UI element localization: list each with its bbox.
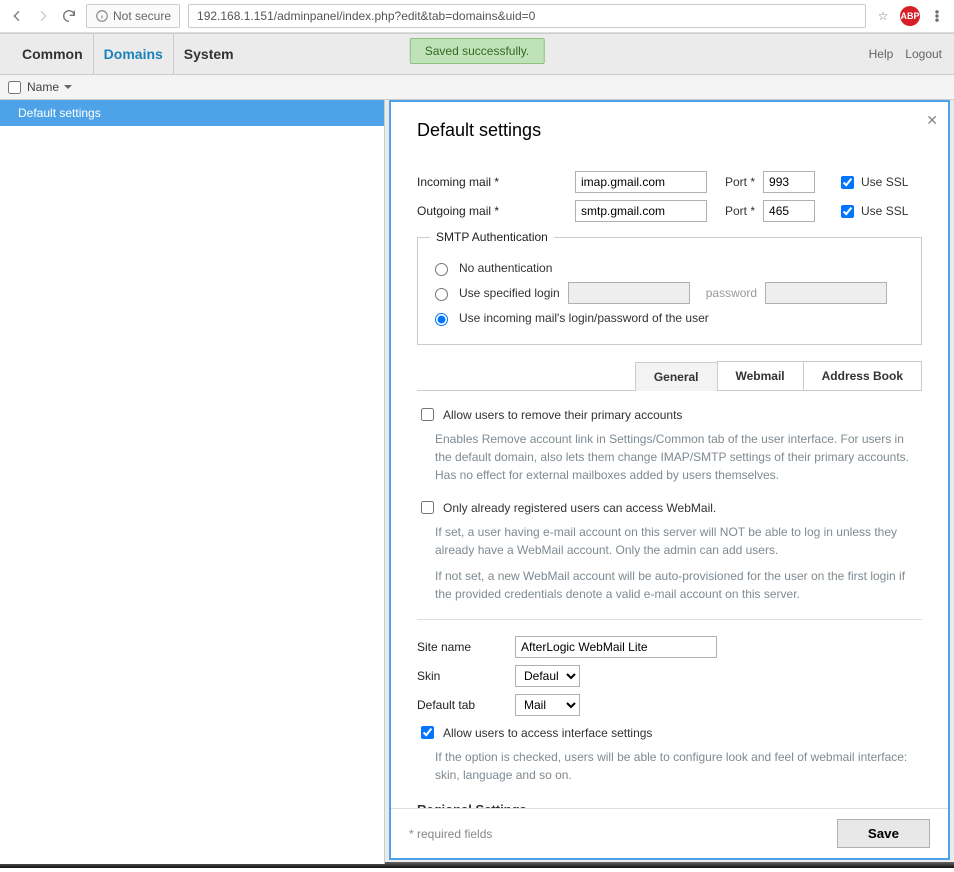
panel-footer: * required fields Save bbox=[391, 808, 948, 858]
smtp-auth-none-radio[interactable] bbox=[435, 263, 448, 276]
incoming-ssl-label: Use SSL bbox=[861, 175, 908, 189]
page-title: Default settings bbox=[417, 120, 922, 141]
allow-remove-primary-checkbox[interactable] bbox=[421, 408, 434, 421]
registered-only-checkbox[interactable] bbox=[421, 501, 434, 514]
allow-remove-primary-label: Allow users to remove their primary acco… bbox=[443, 408, 682, 422]
security-label: Not secure bbox=[113, 9, 171, 23]
smtp-auth-specified-radio[interactable] bbox=[435, 288, 448, 301]
subtab-addressbook[interactable]: Address Book bbox=[803, 361, 922, 390]
sitename-input[interactable] bbox=[515, 636, 717, 658]
abp-extension-icon[interactable]: ABP bbox=[900, 6, 920, 26]
default-tab-label: Default tab bbox=[417, 698, 507, 712]
select-all-checkbox[interactable] bbox=[8, 81, 21, 94]
tab-common[interactable]: Common bbox=[12, 34, 93, 74]
browser-toolbar: Not secure 192.168.1.151/adminpanel/inde… bbox=[0, 0, 954, 33]
incoming-port-label: Port * bbox=[725, 175, 755, 189]
link-help[interactable]: Help bbox=[869, 47, 894, 61]
incoming-port-input[interactable] bbox=[763, 171, 815, 193]
tab-system[interactable]: System bbox=[173, 34, 244, 74]
skin-select[interactable]: Default bbox=[515, 665, 580, 687]
info-icon bbox=[95, 9, 109, 23]
outgoing-mail-label: Outgoing mail * bbox=[417, 204, 567, 218]
default-tab-select[interactable]: Mail bbox=[515, 694, 580, 716]
chevron-down-icon bbox=[63, 82, 73, 92]
incoming-mail-label: Incoming mail * bbox=[417, 175, 567, 189]
link-logout[interactable]: Logout bbox=[905, 47, 942, 61]
domain-list: Default settings bbox=[0, 100, 385, 864]
bookmark-star-icon[interactable]: ☆ bbox=[874, 7, 892, 25]
registered-only-help-b: If not set, a new WebMail account will b… bbox=[435, 567, 922, 603]
sitename-label: Site name bbox=[417, 640, 507, 654]
smtp-auth-specified-label: Use specified login bbox=[459, 286, 560, 300]
smtp-password-label: password bbox=[706, 286, 757, 300]
allow-remove-primary-help: Enables Remove account link in Settings/… bbox=[435, 430, 922, 484]
subtabs: General Webmail Address Book bbox=[417, 361, 922, 391]
url-bar[interactable]: 192.168.1.151/adminpanel/index.php?edit&… bbox=[188, 4, 866, 28]
smtp-login-input bbox=[568, 282, 690, 304]
smtp-password-input bbox=[765, 282, 887, 304]
registered-only-help-a: If set, a user having e-mail account on … bbox=[435, 523, 922, 559]
subtab-general[interactable]: General bbox=[635, 362, 718, 391]
forward-button[interactable] bbox=[34, 7, 52, 25]
smtp-auth-fieldset: SMTP Authentication No authentication Us… bbox=[417, 230, 922, 345]
outgoing-host-input[interactable] bbox=[575, 200, 707, 222]
smtp-auth-incoming-label: Use incoming mail's login/password of th… bbox=[459, 311, 709, 325]
incoming-ssl-checkbox[interactable] bbox=[841, 176, 854, 189]
save-button[interactable]: Save bbox=[837, 819, 930, 848]
smtp-auth-none-label: No authentication bbox=[459, 261, 552, 275]
list-header: Name bbox=[0, 75, 954, 100]
subtab-webmail[interactable]: Webmail bbox=[717, 361, 804, 390]
back-button[interactable] bbox=[8, 7, 26, 25]
registered-only-label: Only already registered users can access… bbox=[443, 501, 716, 515]
incoming-host-input[interactable] bbox=[575, 171, 707, 193]
allow-interface-settings-help: If the option is checked, users will be … bbox=[435, 748, 922, 784]
column-name[interactable]: Name bbox=[27, 80, 73, 94]
allow-interface-settings-checkbox[interactable] bbox=[421, 726, 434, 739]
security-chip[interactable]: Not secure bbox=[86, 4, 180, 28]
toast-saved: Saved successfully. bbox=[410, 38, 545, 64]
outgoing-port-input[interactable] bbox=[763, 200, 815, 222]
required-fields-note: * required fields bbox=[409, 827, 492, 841]
app-root: Saved successfully. Common Domains Syste… bbox=[0, 33, 954, 862]
reload-button[interactable] bbox=[60, 7, 78, 25]
skin-label: Skin bbox=[417, 669, 507, 683]
settings-panel: ✕ Default settings Incoming mail * Port … bbox=[389, 100, 950, 860]
list-item-default-settings[interactable]: Default settings bbox=[0, 100, 384, 126]
close-icon[interactable]: ✕ bbox=[926, 112, 938, 129]
outgoing-ssl-label: Use SSL bbox=[861, 204, 908, 218]
browser-menu-icon[interactable] bbox=[928, 7, 946, 25]
tab-domains[interactable]: Domains bbox=[93, 34, 173, 74]
outgoing-ssl-checkbox[interactable] bbox=[841, 205, 854, 218]
outgoing-port-label: Port * bbox=[725, 204, 755, 218]
smtp-auth-legend: SMTP Authentication bbox=[430, 230, 554, 244]
allow-interface-settings-label: Allow users to access interface settings bbox=[443, 726, 652, 740]
smtp-auth-incoming-radio[interactable] bbox=[435, 313, 448, 326]
